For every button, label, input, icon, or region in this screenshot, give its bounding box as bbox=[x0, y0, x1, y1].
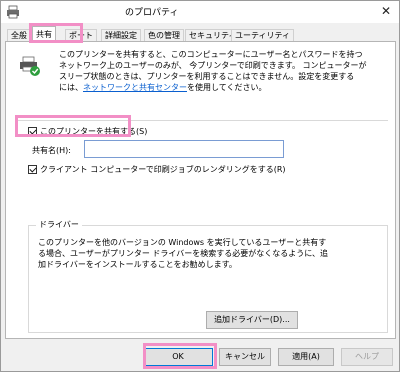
description-line: ネットワーク上のユーザーのみが、 今プリンターで印刷できます。 コンピューターが bbox=[59, 61, 367, 70]
sharing-panel: このプリンターを共有すると、このコンピューターにユーザー名とパスワードを持つ ネ… bbox=[5, 41, 396, 339]
description-line: スリープ状態のときは、プリンターを利用することはできません。設定を変更する bbox=[59, 72, 355, 81]
share-printer-row[interactable]: このプリンターを共有する(S) bbox=[28, 126, 147, 137]
drivers-text-line: 加ドライバーをインストールすることをお勧めします。 bbox=[38, 260, 237, 269]
share-printer-checkbox[interactable] bbox=[28, 127, 37, 136]
printer-properties-window: のプロパティ ✕ 全般 共有 ポート 詳細設定 色の管理 セキュリティ ユーティ… bbox=[0, 0, 400, 372]
drivers-group-title: ドライバー bbox=[36, 219, 82, 230]
tab-strip: 全般 共有 ポート 詳細設定 色の管理 セキュリティ ユーティリティ bbox=[5, 26, 397, 42]
additional-drivers-button[interactable]: 追加ドライバー(D)... bbox=[206, 311, 298, 329]
share-printer-label: このプリンターを共有する(S) bbox=[40, 127, 148, 136]
render-jobs-label: クライアント コンピューターで印刷ジョブのレンダリングをする(R) bbox=[40, 165, 286, 174]
drivers-text-line: このプリンターを他のバージョンの Windows を実行しているユーザーと共有す bbox=[38, 238, 327, 247]
network-sharing-center-link[interactable]: ネットワークと共有センター bbox=[83, 83, 187, 92]
drivers-description: このプリンターを他のバージョンの Windows を実行しているユーザーと共有す… bbox=[38, 237, 378, 270]
description-line: には、ネットワークと共有センターを使用してください。 bbox=[59, 82, 389, 93]
share-name-input[interactable] bbox=[84, 140, 284, 158]
description-prefix: には、 bbox=[59, 83, 83, 92]
separator bbox=[18, 120, 388, 121]
tab-sharing[interactable]: 共有 bbox=[32, 26, 56, 42]
close-icon: ✕ bbox=[380, 4, 392, 18]
render-jobs-checkbox[interactable] bbox=[28, 165, 37, 174]
window-title: のプロパティ bbox=[125, 8, 179, 18]
close-button[interactable]: ✕ bbox=[379, 4, 393, 18]
description-line: このプリンターを共有すると、このコンピューターにユーザー名とパスワードを持つ bbox=[59, 50, 363, 59]
drivers-text-line: る場合、ユーザーがプリンター ドライバーを検索する必要がなくなるように、追 bbox=[38, 249, 328, 258]
title-bar: のプロパティ ✕ bbox=[1, 1, 399, 23]
sharing-description: このプリンターを共有すると、このコンピューターにユーザー名とパスワードを持つ ネ… bbox=[59, 49, 389, 93]
cancel-button[interactable]: キャンセル bbox=[219, 348, 271, 366]
ok-button[interactable]: OK bbox=[143, 348, 213, 366]
printer-icon bbox=[7, 5, 19, 19]
render-jobs-row[interactable]: クライアント コンピューターで印刷ジョブのレンダリングをする(R) bbox=[28, 164, 286, 175]
apply-button[interactable]: 適用(A) bbox=[278, 348, 334, 366]
share-name-label: 共有名(H): bbox=[32, 146, 71, 155]
help-button[interactable]: ヘルプ bbox=[341, 348, 393, 366]
description-suffix: を使用してください。 bbox=[187, 83, 267, 92]
shared-printer-icon bbox=[20, 56, 40, 76]
